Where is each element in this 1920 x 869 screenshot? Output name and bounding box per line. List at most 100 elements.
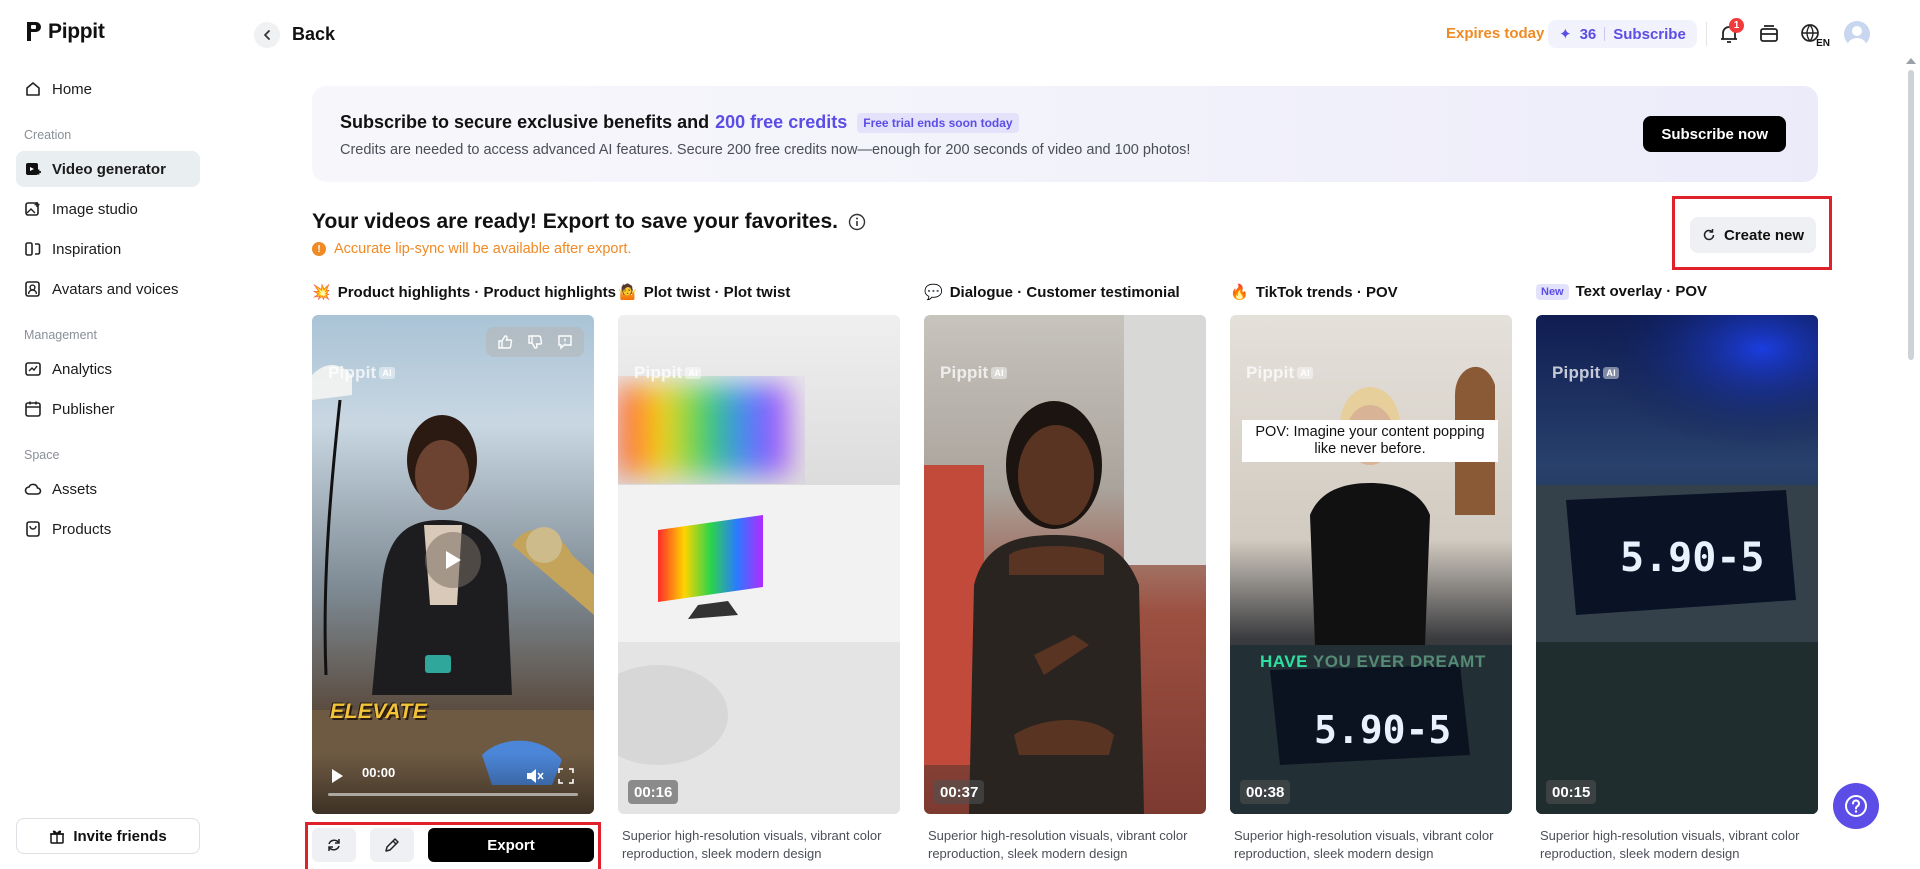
credits-count: 36 [1579,25,1597,43]
chevron-left-icon [264,30,270,40]
credits-pill[interactable]: ✦ 36 Subscribe [1548,20,1697,48]
sidebar: Pippit Home Creation Video generator Ima… [0,0,216,869]
warning-text: Accurate lip-sync will be available afte… [334,241,632,257]
sidebar-item-inspiration[interactable]: Inspiration [16,231,200,267]
thumbs-up-icon[interactable] [492,329,518,355]
sidebar-item-label: Assets [52,480,98,498]
card-description: Superior high-resolution visuals, vibran… [622,828,882,861]
image-plus-icon [25,202,40,216]
gift-icon [50,830,65,844]
help-button[interactable] [1833,783,1879,829]
video-overlay-text: ELEVATE [330,700,428,723]
sidebar-item-label: Video generator [52,160,166,178]
info-icon[interactable] [848,213,866,231]
stack-icon [1760,25,1778,42]
divider [1706,22,1707,46]
video-overlay-text: HAVE YOU EVER DREAMT [1260,652,1486,671]
logo[interactable]: Pippit [24,20,105,44]
banner-subtitle: Credits are needed to access advanced AI… [340,142,1191,158]
create-new-label: Create new [1723,226,1805,244]
card-title: 💬 Dialogue · Customer testimonial [924,283,1180,302]
volume-muted-icon[interactable] [526,768,544,784]
section-space: Space [24,448,60,462]
lip-sync-warning: ! Accurate lip-sync will be available af… [312,241,631,257]
sidebar-item-video-generator[interactable]: Video generator [16,151,200,187]
sidebar-item-label: Image studio [52,200,138,218]
watermark: Pippit AI [940,363,1007,383]
product-icon [26,521,40,537]
sidebar-item-label: Home [52,80,93,98]
notification-badge: 1 [1729,18,1744,33]
regenerate-button[interactable] [312,828,356,862]
invite-friends-button[interactable]: Invite friends [16,818,200,854]
sidebar-item-products[interactable]: Products [16,511,200,547]
thumbs-down-icon[interactable] [522,329,548,355]
card-title-text: Dialogue · Customer testimonial [949,283,1180,301]
export-button[interactable]: Export [428,828,594,862]
sidebar-item-label: Analytics [52,360,113,378]
video-duration: 00:16 [628,780,679,804]
play-icon [446,551,461,569]
sidebar-item-label: Publisher [52,400,115,418]
invite-label: Invite friends [73,827,167,845]
pencil-icon [385,838,399,852]
sidebar-item-publisher[interactable]: Publisher [16,391,200,427]
banner-title: Subscribe to secure exclusive benefits a… [340,112,1019,133]
cloud-icon [24,483,42,495]
subscribe-link[interactable]: Subscribe [1613,26,1686,43]
watermark: Pippit AI [634,363,701,383]
trial-tag: Free trial ends soon today [857,112,1019,133]
comment-icon[interactable] [552,329,578,355]
watermark: Pippit AI [1246,363,1313,383]
pippit-logo-icon [27,22,41,41]
refresh-icon [328,839,340,851]
video-duration: 00:37 [934,780,985,804]
play-button[interactable] [425,532,481,588]
sidebar-item-avatars-voices[interactable]: Avatars and voices [16,271,200,307]
language-button[interactable]: EN [1798,21,1830,49]
play-icon[interactable] [330,768,344,784]
back-label[interactable]: Back [292,24,335,45]
fullscreen-icon[interactable] [558,768,574,784]
sidebar-item-analytics[interactable]: Analytics [16,351,200,387]
divider [1604,27,1606,41]
avatar[interactable] [1844,21,1870,47]
edit-button[interactable] [370,828,414,862]
section-creation: Creation [24,128,72,142]
menu-button[interactable] [1756,21,1782,47]
card-description: Superior high-resolution visuals, vibran… [928,828,1188,861]
user-icon [1847,26,1867,47]
speech-bubble-icon: 💬 [924,284,943,301]
video-card[interactable]: Pippit AI 00:37 [924,315,1206,814]
timer-display: 5.90-5 [1314,708,1452,752]
section-management: Management [24,328,97,342]
home-icon [26,82,40,96]
watermark: Pippit AI [328,363,395,383]
sidebar-item-assets[interactable]: Assets [16,471,200,507]
refresh-icon [1703,229,1715,241]
video-card[interactable]: Pippit AI ELEVATE 00:00 [312,315,594,814]
sidebar-item-home[interactable]: Home [16,71,200,107]
video-card[interactable]: Pippit AI 00:16 [618,315,900,814]
timer-display: 5.90-5 [1620,535,1765,581]
back-button[interactable] [254,22,280,48]
scrollbar[interactable] [1908,70,1914,360]
video-controls: 00:00 [312,754,594,814]
card-title-text: TikTok trends · POV [1255,283,1398,301]
create-new-button[interactable]: Create new [1690,217,1816,253]
notifications-button[interactable]: 1 [1716,18,1744,47]
expires-label: Expires today [1446,25,1545,42]
explosion-icon: 💥 [312,284,331,301]
shrug-icon: 🤷 [618,284,637,301]
sidebar-item-image-studio[interactable]: Image studio [16,191,200,227]
video-card[interactable]: Pippit AI 5.90-5 00:15 [1536,315,1818,814]
fire-icon: 🔥 [1230,284,1249,301]
new-badge: New [1536,283,1569,300]
page-title-text: Your videos are ready! Export to save yo… [312,210,838,233]
scroll-up-arrow[interactable] [1906,58,1916,64]
calendar-icon [25,401,41,417]
video-card[interactable]: Pippit AI POV: Imagine your content poppi… [1230,315,1512,814]
subscribe-now-button[interactable]: Subscribe now [1643,116,1786,152]
card-title: New Text overlay · POV [1536,283,1707,300]
video-progress-bar[interactable] [328,793,578,796]
